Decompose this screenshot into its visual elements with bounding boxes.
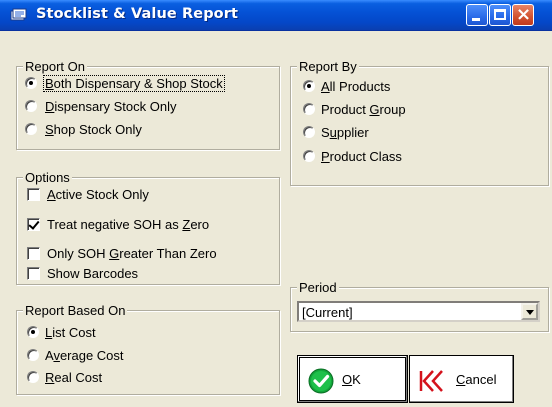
- cancel-button[interactable]: Cancel: [409, 355, 514, 403]
- radio-dispensary-only[interactable]: Dispensary Stock Only: [25, 97, 177, 115]
- radio-label: Real Cost: [45, 369, 103, 385]
- radio-list-cost[interactable]: List Cost: [27, 323, 96, 341]
- report-based-on-group: Report Based On List Cost Average Cost R…: [16, 303, 280, 395]
- title-bar[interactable]: Stocklist & Value Report ×: [0, 0, 552, 31]
- close-icon: ×: [516, 4, 532, 25]
- radio-button[interactable]: [303, 126, 315, 138]
- report-based-on-title: Report Based On: [23, 303, 128, 318]
- checkbox[interactable]: [27, 266, 40, 280]
- radio-both-stock[interactable]: Both Dispensary & Shop Stock: [25, 74, 225, 92]
- rewind-icon: [419, 370, 443, 392]
- checkbox[interactable]: [27, 217, 40, 231]
- close-button[interactable]: ×: [512, 4, 534, 26]
- radio-real-cost[interactable]: Real Cost: [27, 368, 102, 386]
- radio-button[interactable]: [25, 77, 37, 89]
- checkbox-active-stock[interactable]: Active Stock Only: [27, 185, 149, 203]
- radio-button[interactable]: [303, 103, 315, 115]
- radio-button[interactable]: [25, 123, 37, 135]
- options-title: Options: [23, 170, 72, 185]
- chevron-down-icon: [526, 310, 534, 315]
- options-group: Options Active Stock Only Treat negative…: [16, 170, 280, 285]
- radio-label: Supplier: [321, 124, 369, 140]
- report-on-group: Report On Both Dispensary & Shop Stock D…: [16, 59, 280, 150]
- radio-label: Product Class: [321, 148, 402, 164]
- radio-label: Dispensary Stock Only: [45, 98, 177, 114]
- radio-button[interactable]: [27, 371, 39, 383]
- window-title: Stocklist & Value Report: [36, 6, 239, 22]
- cancel-label: Cancel: [456, 372, 497, 387]
- radio-label: Product Group: [321, 101, 406, 117]
- report-by-group: Report By All Products Product Group Sup…: [290, 59, 549, 186]
- maximize-icon: [494, 9, 506, 20]
- radio-button[interactable]: [25, 100, 37, 112]
- report-on-title: Report On: [23, 59, 87, 74]
- radio-supplier[interactable]: Supplier: [303, 123, 369, 141]
- radio-label: List Cost: [45, 324, 96, 340]
- minimize-button[interactable]: [466, 4, 488, 26]
- radio-average-cost[interactable]: Average Cost: [27, 346, 124, 364]
- radio-label: All Products: [321, 78, 391, 94]
- minimize-icon: [472, 18, 480, 21]
- period-title: Period: [297, 280, 339, 295]
- radio-all-products[interactable]: All Products: [303, 77, 390, 95]
- radio-product-group[interactable]: Product Group: [303, 100, 406, 118]
- ok-button[interactable]: OK: [297, 355, 408, 403]
- radio-shop-only[interactable]: Shop Stock Only: [25, 120, 142, 138]
- checkbox-label: Show Barcodes: [47, 265, 139, 281]
- radio-button[interactable]: [303, 150, 315, 162]
- radio-product-class[interactable]: Product Class: [303, 147, 402, 165]
- radio-label: Both Dispensary & Shop Stock: [43, 74, 225, 92]
- report-icon: [10, 8, 27, 21]
- checkbox-soh-greater-zero[interactable]: Only SOH Greater Than Zero: [27, 244, 217, 262]
- dropdown-button[interactable]: [521, 303, 538, 320]
- maximize-button[interactable]: [489, 4, 511, 26]
- ok-label: OK: [342, 372, 361, 387]
- radio-button[interactable]: [27, 326, 39, 338]
- period-dropdown[interactable]: [Current]: [297, 301, 540, 322]
- checkbox-show-barcodes[interactable]: Show Barcodes: [27, 264, 138, 282]
- checkbox-label: Treat negative SOH as Zero: [47, 216, 210, 232]
- checkbox[interactable]: [27, 187, 40, 201]
- radio-label: Shop Stock Only: [45, 121, 142, 137]
- radio-label: Average Cost: [45, 347, 124, 363]
- radio-button[interactable]: [303, 80, 315, 92]
- checkbox-label: Active Stock Only: [47, 186, 149, 202]
- period-value: [Current]: [302, 305, 353, 320]
- checkmark-circle-icon: [308, 368, 334, 394]
- checkbox[interactable]: [27, 246, 40, 260]
- checkbox-negative-soh-zero[interactable]: Treat negative SOH as Zero: [27, 215, 209, 233]
- report-by-title: Report By: [297, 59, 359, 74]
- radio-button[interactable]: [27, 349, 39, 361]
- checkbox-label: Only SOH Greater Than Zero: [47, 245, 217, 261]
